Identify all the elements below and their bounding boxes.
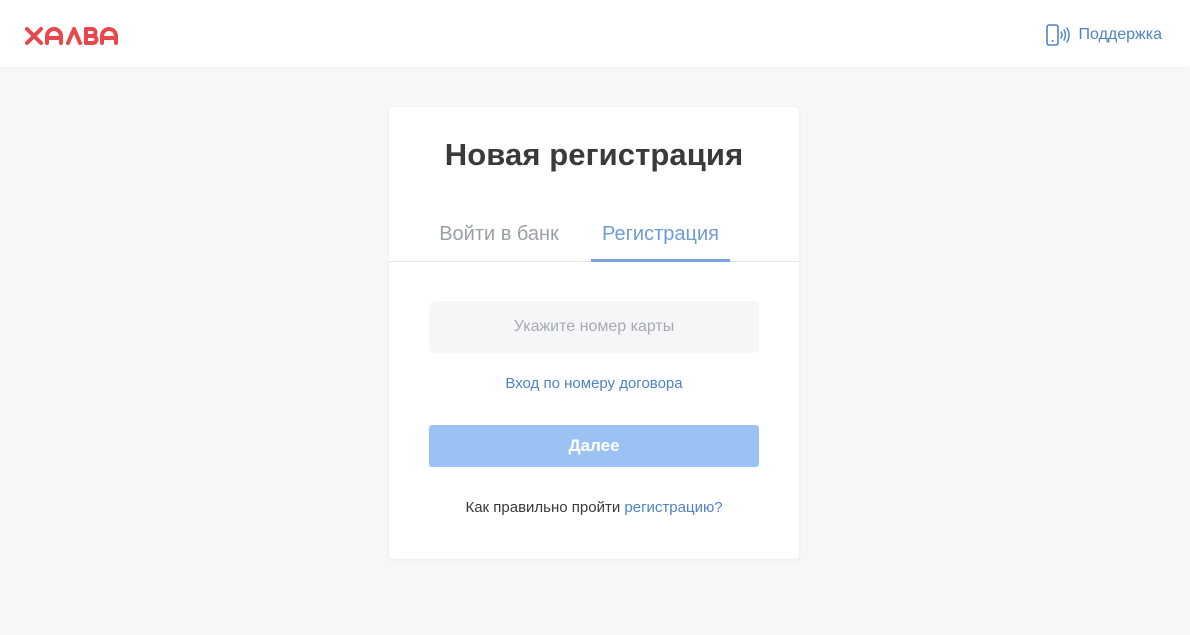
halva-logo[interactable] [24,24,120,48]
tab-registration[interactable]: Регистрация [591,217,730,262]
registration-help-link[interactable]: регистрацию? [624,499,722,516]
support-label: Поддержка [1078,26,1162,43]
halva-logo-mark [25,27,118,45]
top-bar: Поддержка [0,0,1190,67]
contract-login-link[interactable]: Вход по номеру договора [389,375,799,392]
auth-tabs: Войти в банк Регистрация [389,217,799,262]
tab-login[interactable]: Войти в банк [429,217,569,262]
next-button[interactable]: Далее [429,425,759,467]
card-number-input[interactable] [429,301,759,353]
support-link[interactable]: Поддержка [1045,22,1162,48]
phone-signal-icon [1045,23,1071,47]
registration-card: Новая регистрация Войти в банк Регистрац… [389,107,799,559]
help-text: Как правильно пройти [465,499,621,516]
help-line: Как правильно пройти регистрацию? [389,499,799,516]
page-title: Новая регистрация [444,137,744,172]
